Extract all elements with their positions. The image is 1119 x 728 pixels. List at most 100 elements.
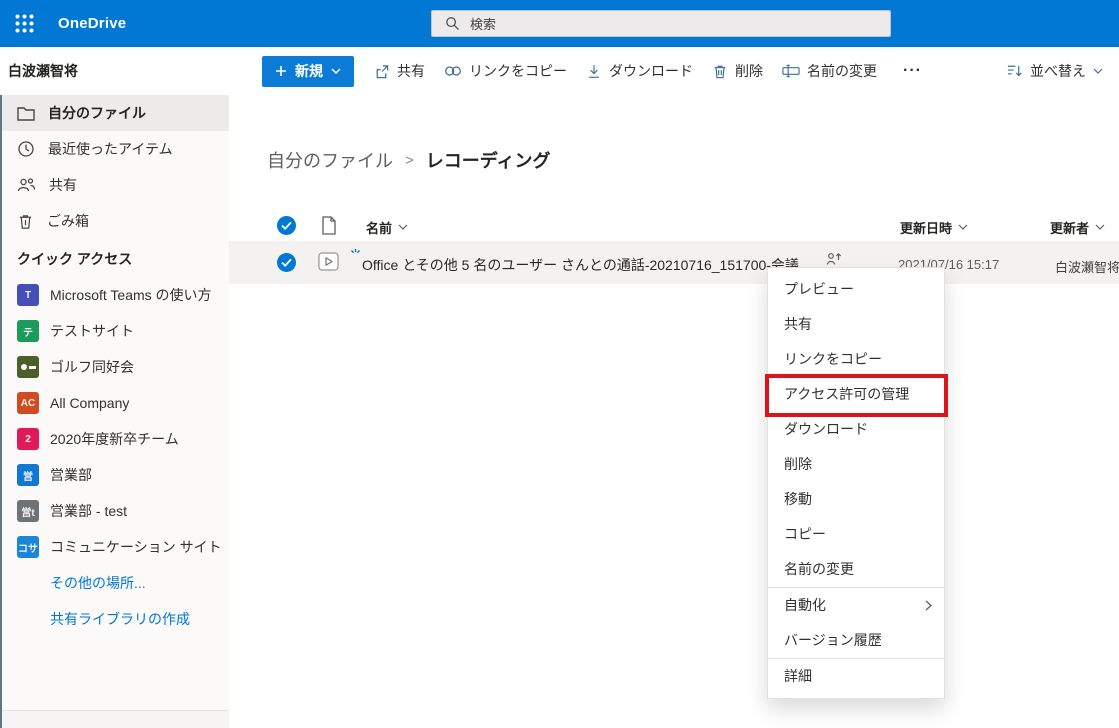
app-title[interactable]: OneDrive bbox=[58, 15, 126, 32]
menu-item-copy[interactable]: コピー bbox=[768, 517, 944, 552]
sidebar-link-create-shared-library[interactable]: 共有ライブラリの作成 bbox=[0, 601, 229, 637]
share-button-label: 共有 bbox=[397, 61, 425, 81]
menu-item-rename[interactable]: 名前の変更 bbox=[768, 552, 944, 587]
breadcrumb-parent[interactable]: 自分のファイル bbox=[267, 147, 393, 173]
app-launcher-waffle-icon[interactable] bbox=[0, 0, 48, 47]
sidebar-item-golf-club[interactable]: ゴルフ同好会 bbox=[0, 349, 229, 385]
plus-icon bbox=[275, 65, 287, 77]
command-bar: 新規 共有 リンクをコピー bbox=[262, 47, 1119, 95]
table-row-recording-file[interactable]: Office とその他 5 名のユーザー さんとの通話-20210716_151… bbox=[229, 241, 1119, 284]
column-header-name-label: 名前 bbox=[366, 218, 392, 237]
top-app-bar: OneDrive 検索 bbox=[0, 0, 1119, 47]
sidebar-item-test-site[interactable]: テ テストサイト bbox=[0, 313, 229, 349]
download-button-label: ダウンロード bbox=[609, 61, 693, 81]
menu-item-copy-link[interactable]: リンクをコピー bbox=[768, 342, 944, 377]
sidebar-item-label: 自分のファイル bbox=[48, 103, 146, 123]
sidebar-item-label: テストサイト bbox=[50, 321, 134, 341]
menu-item-share[interactable]: 共有 bbox=[768, 307, 944, 342]
chevron-down-icon bbox=[1095, 224, 1105, 231]
sidebar-item-label: All Company bbox=[50, 395, 129, 411]
sort-button[interactable]: 並べ替え bbox=[1006, 61, 1103, 81]
clock-icon bbox=[17, 140, 35, 158]
chevron-down-icon bbox=[958, 224, 968, 231]
select-all-checkbox[interactable] bbox=[277, 216, 296, 235]
sidebar-link-more-places[interactable]: その他の場所... bbox=[0, 565, 229, 601]
menu-item-download[interactable]: ダウンロード bbox=[768, 412, 944, 447]
file-context-menu: プレビュー 共有 リンクをコピー アクセス許可の管理 ダウンロード 削除 移動 … bbox=[767, 267, 945, 699]
file-type-column-icon[interactable] bbox=[321, 216, 337, 240]
site-tile-communication: コサ bbox=[17, 536, 39, 558]
file-modified-by[interactable]: 白波瀬智将 bbox=[1055, 257, 1119, 276]
chevron-down-icon bbox=[331, 68, 341, 75]
sidebar-item-recent[interactable]: 最近使ったアイテム bbox=[0, 131, 229, 167]
rename-button-label: 名前の変更 bbox=[807, 61, 877, 81]
user-display-name: 白波瀬智将 bbox=[8, 47, 78, 95]
site-tile-all-company: AC bbox=[17, 392, 39, 414]
sidebar-item-communication-site[interactable]: コサ コミュニケーション サイト bbox=[0, 529, 229, 565]
sidebar-item-all-company[interactable]: AC All Company bbox=[0, 385, 229, 421]
trash-icon bbox=[712, 63, 728, 80]
sidebar-item-label: 2020年度新卒チーム bbox=[50, 429, 179, 449]
check-icon bbox=[281, 258, 292, 267]
search-input[interactable]: 検索 bbox=[431, 10, 891, 37]
delete-button[interactable]: 削除 bbox=[712, 61, 763, 81]
new-button[interactable]: 新規 bbox=[262, 56, 354, 87]
share-icon bbox=[373, 63, 390, 80]
sort-button-label: 並べ替え bbox=[1030, 61, 1086, 81]
share-button[interactable]: 共有 bbox=[373, 61, 425, 81]
golf-logo-dot bbox=[21, 364, 27, 370]
site-tile-sales: 営 bbox=[17, 464, 39, 486]
new-button-label: 新規 bbox=[295, 61, 323, 81]
check-icon bbox=[281, 221, 292, 230]
search-placeholder: 検索 bbox=[470, 14, 496, 33]
quick-access-section-title: クイック アクセス bbox=[0, 241, 229, 277]
download-button[interactable]: ダウンロード bbox=[586, 61, 693, 81]
copy-link-button[interactable]: リンクをコピー bbox=[444, 61, 567, 81]
file-name[interactable]: Office とその他 5 名のユーザー さんとの通話-20210716_151… bbox=[362, 255, 799, 275]
sidebar-item-label: 営業部 - test bbox=[50, 501, 127, 521]
menu-item-move[interactable]: 移動 bbox=[768, 482, 944, 517]
chevron-right-icon bbox=[925, 600, 932, 611]
site-tile-test-site: テ bbox=[17, 320, 39, 342]
sidebar-item-2020-team[interactable]: 2 2020年度新卒チーム bbox=[0, 421, 229, 457]
sidebar-item-label: 最近使ったアイテム bbox=[48, 139, 173, 159]
sidebar-item-label: 共有 bbox=[49, 175, 77, 195]
site-tile-teams: T bbox=[17, 284, 39, 306]
column-header-modified[interactable]: 更新日時 bbox=[900, 218, 968, 237]
menu-item-automate[interactable]: 自動化 bbox=[768, 588, 944, 623]
breadcrumb-current: レコーディング bbox=[426, 147, 551, 173]
delete-button-label: 削除 bbox=[735, 61, 763, 81]
chevron-down-icon bbox=[398, 224, 408, 231]
column-header-modified-label: 更新日時 bbox=[900, 218, 952, 237]
sidebar-accent-strip bbox=[0, 95, 2, 728]
breadcrumb-separator: > bbox=[405, 152, 414, 169]
recycle-bin-icon bbox=[17, 213, 34, 230]
people-icon bbox=[17, 177, 36, 193]
menu-item-details[interactable]: 詳細 bbox=[768, 659, 944, 694]
more-commands-button[interactable]: ··· bbox=[903, 62, 922, 80]
site-tile-sales-test: 営t bbox=[17, 500, 39, 522]
menu-item-manage-access[interactable]: アクセス許可の管理 bbox=[768, 377, 944, 412]
rename-button[interactable]: 名前の変更 bbox=[782, 61, 877, 81]
menu-item-delete[interactable]: 削除 bbox=[768, 447, 944, 482]
search-icon bbox=[445, 16, 460, 31]
menu-item-automate-label: 自動化 bbox=[784, 597, 826, 613]
sidebar-item-my-files[interactable]: 自分のファイル bbox=[0, 95, 229, 131]
sort-icon bbox=[1006, 63, 1023, 79]
sidebar-item-shared[interactable]: 共有 bbox=[0, 167, 229, 203]
file-browser-main: 自分のファイル > レコーディング 名前 bbox=[229, 95, 1119, 728]
video-file-icon bbox=[318, 252, 339, 276]
menu-item-version-history[interactable]: バージョン履歴 bbox=[768, 623, 944, 658]
sidebar-item-sales-test[interactable]: 営t 営業部 - test bbox=[0, 493, 229, 529]
column-header-name[interactable]: 名前 bbox=[366, 218, 408, 237]
sidebar-item-sales-dept[interactable]: 営 営業部 bbox=[0, 457, 229, 493]
waffle-grid-icon bbox=[15, 14, 34, 33]
document-icon bbox=[321, 216, 337, 235]
row-checkbox-checked[interactable] bbox=[277, 253, 296, 272]
sidebar-item-teams-guide[interactable]: T Microsoft Teams の使い方 bbox=[0, 277, 229, 313]
menu-item-preview[interactable]: プレビュー bbox=[768, 272, 944, 307]
column-header-modified-by-label: 更新者 bbox=[1050, 218, 1089, 237]
sidebar-item-recycle-bin[interactable]: ごみ箱 bbox=[0, 203, 229, 239]
download-icon bbox=[586, 63, 602, 80]
column-header-modified-by[interactable]: 更新者 bbox=[1050, 218, 1105, 237]
